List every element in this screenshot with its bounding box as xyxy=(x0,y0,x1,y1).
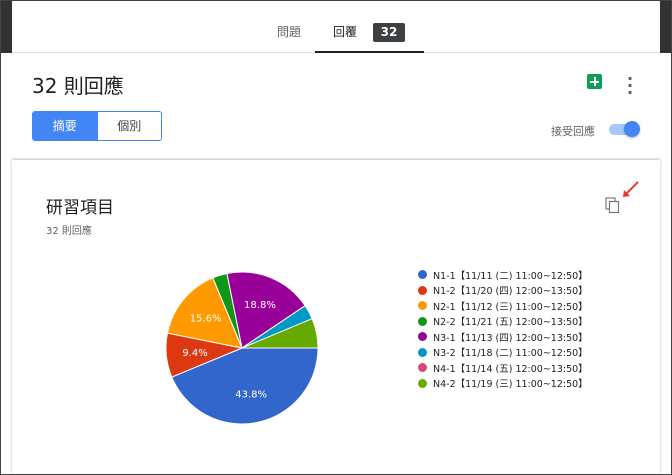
legend-swatch xyxy=(418,363,427,373)
tab-questions[interactable]: 問題 xyxy=(267,1,311,53)
legend-item: N1-2【11/20 (四) 12:00~13:50】 xyxy=(418,283,588,299)
legend-label: N3-1【11/13 (四) 12:00~13:50】 xyxy=(433,332,588,344)
legend-item: N3-1【11/13 (四) 12:00~13:50】 xyxy=(418,329,588,345)
accepting-responses-toggle[interactable] xyxy=(609,121,641,137)
tab-responses[interactable]: 回覆 32 xyxy=(315,1,424,53)
summary-button[interactable]: 摘要 xyxy=(33,112,97,140)
legend-item: N3-2【11/18 (二) 11:00~12:50】 xyxy=(418,345,588,361)
legend-item: N2-2【11/21 (五) 12:00~13:50】 xyxy=(418,314,588,330)
slice-data-label: 9.4% xyxy=(182,348,207,359)
view-segmented-control: 摘要 個別 xyxy=(32,111,162,141)
legend-swatch xyxy=(418,378,427,388)
legend-label: N1-2【11/20 (四) 12:00~13:50】 xyxy=(433,286,588,298)
question-summary-card: 研習項目 32 則回應 43.8% 9.4% 15.6% 18.8% N1-1【11/… xyxy=(12,160,660,474)
legend-swatch xyxy=(418,285,427,295)
question-response-count: 32 則回應 xyxy=(46,226,92,237)
legend-label: N4-2【11/19 (三) 11:00~12:50】 xyxy=(433,379,588,391)
chart-legend: N1-1【11/11 (二) 11:00~12:50】 N1-2【11/20 (四… xyxy=(418,267,588,391)
responses-header: 32 則回應 ... 摘要 個別 接受回應 xyxy=(12,54,660,158)
legend-item: N4-1【11/14 (五) 12:00~13:50】 xyxy=(418,360,588,376)
legend-swatch xyxy=(418,347,427,357)
individual-button[interactable]: 個別 xyxy=(96,112,161,140)
sheets-icon[interactable] xyxy=(587,74,602,89)
legend-swatch xyxy=(418,332,427,342)
legend-swatch xyxy=(418,301,427,311)
slice-data-label: 43.8% xyxy=(235,390,267,401)
response-count-badge: 32 xyxy=(373,23,405,42)
legend-label: N3-2【11/18 (二) 11:00~12:50】 xyxy=(433,348,588,360)
legend-item: N1-1【11/11 (二) 11:00~12:50】 xyxy=(418,267,588,283)
accepting-responses-label: 接受回應 xyxy=(551,125,595,138)
legend-label: N2-1【11/12 (三) 11:00~12:50】 xyxy=(433,301,588,313)
page-title: 32 則回應 xyxy=(32,74,124,98)
legend-swatch xyxy=(418,270,427,280)
legend-item: N2-1【11/12 (三) 11:00~12:50】 xyxy=(418,298,588,314)
slice-data-label: 15.6% xyxy=(190,314,222,325)
slice-data-label: 18.8% xyxy=(244,300,276,311)
legend-label: N1-1【11/11 (二) 11:00~12:50】 xyxy=(433,270,588,282)
question-title: 研習項目 xyxy=(46,198,114,218)
form-tab-bar: 問題 回覆 32 xyxy=(12,1,660,53)
more-vert-icon[interactable]: ... xyxy=(625,67,635,97)
legend-label: N4-1【11/14 (五) 12:00~13:50】 xyxy=(433,363,588,375)
legend-swatch xyxy=(418,316,427,326)
legend-item: N4-2【11/19 (三) 11:00~12:50】 xyxy=(418,376,588,392)
red-arrow-annotation-icon xyxy=(623,181,639,197)
pie-chart: 43.8% 9.4% 15.6% 18.8% xyxy=(165,271,319,425)
legend-label: N2-2【11/21 (五) 12:00~13:50】 xyxy=(433,317,588,329)
